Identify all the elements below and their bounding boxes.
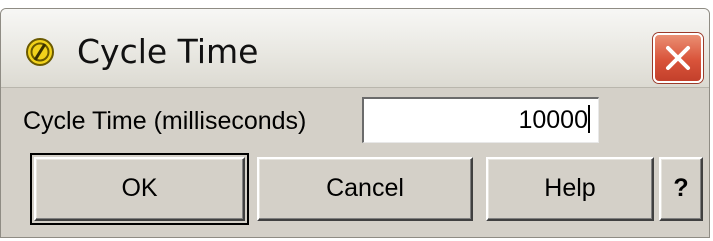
close-button[interactable] [653, 33, 703, 83]
close-icon [666, 46, 690, 70]
title-bar[interactable]: Cycle Time [1, 9, 709, 88]
cycle-time-input[interactable] [362, 97, 599, 143]
pencil-disabled-icon [25, 37, 55, 67]
ok-button[interactable]: OK [34, 157, 245, 221]
cycle-time-label: Cycle Time (milliseconds) [23, 107, 307, 135]
window-title: Cycle Time [77, 32, 259, 71]
text-caret [588, 105, 590, 133]
context-help-button[interactable]: ? [659, 157, 703, 221]
cancel-button[interactable]: Cancel [257, 157, 473, 221]
help-button[interactable]: Help [486, 157, 654, 221]
